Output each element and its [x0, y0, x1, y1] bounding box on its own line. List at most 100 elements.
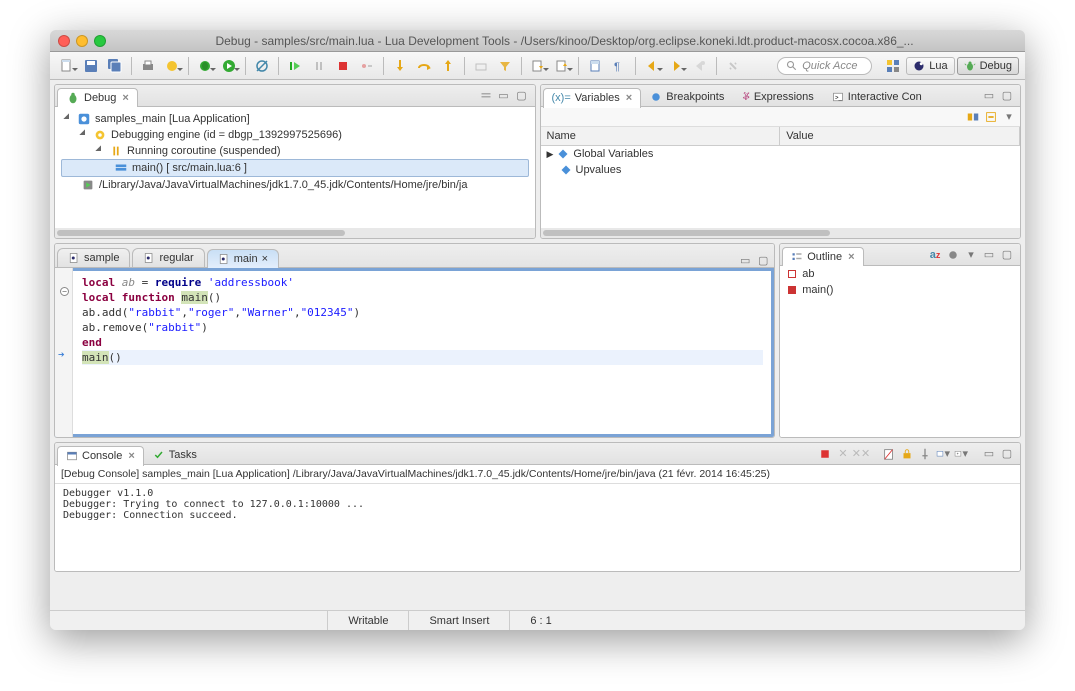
variables-row-globals[interactable]: ▶ Global Variables	[541, 146, 1021, 162]
view-menu-icon[interactable]: ▾	[964, 248, 978, 262]
maximize-view-icon[interactable]: ▢	[1000, 89, 1014, 103]
last-edit-button[interactable]	[689, 55, 711, 77]
close-icon[interactable]: ×	[262, 253, 268, 265]
minimize-view-icon[interactable]: ▭	[982, 447, 996, 461]
step-return-button[interactable]	[437, 55, 459, 77]
clear-console-icon[interactable]	[882, 447, 896, 461]
print-button[interactable]	[137, 55, 159, 77]
breakpoint-icon	[650, 91, 662, 103]
disconnect-button[interactable]	[356, 55, 378, 77]
code-editor[interactable]: − ➔ local ab = require 'addressbook' loc…	[55, 268, 774, 437]
open-perspective-button[interactable]	[882, 55, 904, 77]
lua-app-icon	[77, 112, 91, 126]
outline-item-ab[interactable]: ab	[780, 266, 1020, 282]
maximize-view-icon[interactable]: ▢	[1000, 248, 1014, 262]
display-console-dropdown-icon[interactable]: ▾	[936, 447, 950, 461]
editor-tab-main[interactable]: main ×	[207, 249, 279, 268]
editor-tab-regular[interactable]: regular	[132, 248, 204, 267]
run-button[interactable]	[218, 55, 240, 77]
skip-breakpoints-button[interactable]	[251, 55, 273, 77]
link-with-editor-button[interactable]	[722, 55, 744, 77]
quick-access-field[interactable]: Quick Acce	[777, 57, 872, 75]
variables-row-upvalues[interactable]: Upvalues	[541, 162, 1021, 178]
console-output[interactable]: Debugger v1.1.0 Debugger: Trying to conn…	[55, 484, 1020, 571]
editor-gutter[interactable]: − ➔	[55, 268, 73, 437]
close-window-button[interactable]	[58, 35, 70, 47]
use-step-filters-button[interactable]	[494, 55, 516, 77]
lua-file-icon	[68, 252, 80, 264]
debug-button[interactable]	[194, 55, 216, 77]
process-icon	[81, 178, 95, 192]
value-column-header[interactable]: Value	[780, 127, 1020, 145]
build-button[interactable]	[161, 55, 183, 77]
terminate-console-icon[interactable]	[818, 447, 832, 461]
maximize-view-icon[interactable]: ▢	[756, 253, 770, 267]
close-icon[interactable]: ×	[128, 450, 134, 462]
pin-console-icon[interactable]	[918, 447, 932, 461]
breakpoints-tab[interactable]: Breakpoints	[641, 87, 733, 107]
fold-toggle-icon[interactable]: −	[60, 287, 69, 296]
hide-non-public-icon[interactable]	[946, 248, 960, 262]
debug-engine-node[interactable]: Debugging engine (id = dbgp_139299752569…	[111, 129, 342, 141]
drop-to-frame-button[interactable]	[470, 55, 492, 77]
console-tab[interactable]: Console ×	[57, 446, 144, 466]
interactive-console-tab[interactable]: >_ Interactive Con	[823, 87, 931, 107]
horizontal-scrollbar[interactable]	[55, 228, 535, 238]
collapse-all-icon[interactable]	[984, 110, 998, 124]
debug-tab[interactable]: Debug ×	[57, 88, 138, 108]
instruction-pointer-icon: ➔	[58, 347, 65, 362]
console-process-label: [Debug Console] samples_main [Lua Applic…	[55, 465, 1020, 484]
sort-icon[interactable]: az	[928, 248, 942, 262]
variables-header: Name Value	[541, 127, 1021, 146]
variables-tab[interactable]: (x)= Variables ×	[543, 88, 642, 108]
remove-launch-icon[interactable]: ✕	[836, 447, 850, 461]
debug-perspective[interactable]: Debug	[957, 57, 1019, 75]
horizontal-scrollbar[interactable]	[541, 228, 1021, 238]
view-menu-icon[interactable]: ▾	[1002, 110, 1016, 124]
maximize-view-icon[interactable]: ▢	[515, 89, 529, 103]
open-console-dropdown-icon[interactable]: +▾	[954, 447, 968, 461]
debug-tree[interactable]: samples_main [Lua Application] Debugging…	[55, 107, 535, 197]
debug-app-node[interactable]: samples_main [Lua Application]	[95, 113, 250, 125]
maximize-view-icon[interactable]: ▢	[1000, 447, 1014, 461]
toggle-mark-button[interactable]	[584, 55, 606, 77]
remove-all-launches-icon[interactable]: ✕✕	[854, 447, 868, 461]
terminate-button[interactable]	[332, 55, 354, 77]
zoom-window-button[interactable]	[94, 35, 106, 47]
debug-frame-node[interactable]: main() [ src/main.lua:6 ]	[132, 162, 247, 174]
editor-tab-sample[interactable]: sample	[57, 248, 130, 267]
thread-icon	[109, 144, 123, 158]
nav-back-button[interactable]	[641, 55, 663, 77]
step-into-button[interactable]	[389, 55, 411, 77]
view-menu-icon[interactable]	[479, 89, 493, 103]
close-icon[interactable]: ×	[626, 92, 632, 104]
close-icon[interactable]: ×	[122, 92, 128, 104]
outline-item-main[interactable]: main()	[780, 282, 1020, 298]
show-type-names-icon[interactable]	[966, 110, 980, 124]
new-button[interactable]	[56, 55, 78, 77]
minimize-window-button[interactable]	[76, 35, 88, 47]
annotation-prev-button[interactable]	[551, 55, 573, 77]
annotation-next-button[interactable]	[527, 55, 549, 77]
minimize-view-icon[interactable]: ▭	[982, 248, 996, 262]
outline-tab[interactable]: Outline ×	[782, 247, 863, 267]
minimize-view-icon[interactable]: ▭	[497, 89, 511, 103]
save-all-button[interactable]	[104, 55, 126, 77]
resume-button[interactable]	[284, 55, 306, 77]
statusbar: Writable Smart Insert 6 : 1	[50, 610, 1025, 630]
expressions-tab[interactable]: ቖ Expressions	[733, 87, 822, 107]
scroll-lock-icon[interactable]	[900, 447, 914, 461]
step-over-button[interactable]	[413, 55, 435, 77]
toggle-whitespace-button[interactable]: ¶	[608, 55, 630, 77]
minimize-view-icon[interactable]: ▭	[982, 89, 996, 103]
close-icon[interactable]: ×	[848, 251, 854, 263]
minimize-view-icon[interactable]: ▭	[738, 253, 752, 267]
nav-forward-button[interactable]	[665, 55, 687, 77]
tasks-tab[interactable]: Tasks	[144, 445, 206, 465]
debug-jvm-node[interactable]: /Library/Java/JavaVirtualMachines/jdk1.7…	[99, 179, 468, 191]
suspend-button[interactable]	[308, 55, 330, 77]
lua-perspective[interactable]: Lua	[906, 57, 954, 75]
save-button[interactable]	[80, 55, 102, 77]
name-column-header[interactable]: Name	[541, 127, 781, 145]
debug-coroutine-node[interactable]: Running coroutine (suspended)	[127, 145, 281, 157]
